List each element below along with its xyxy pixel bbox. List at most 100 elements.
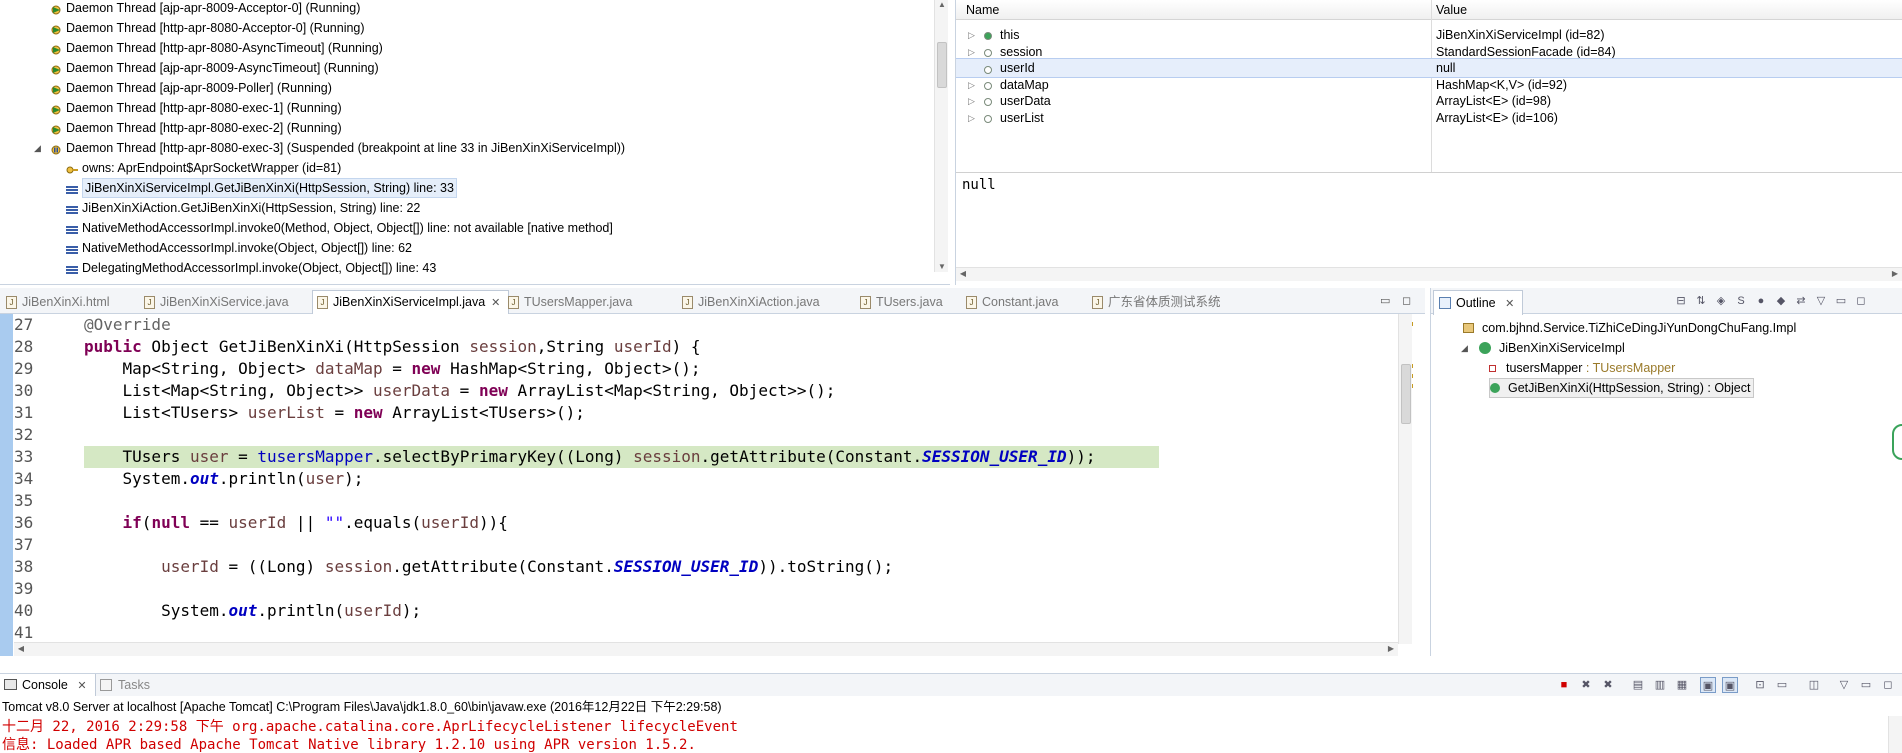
thread-tree-item[interactable]: NativeMethodAccessorImpl.invoke0(Method,… xyxy=(0,218,930,238)
display-selected-console-icon[interactable]: ▭ xyxy=(1774,677,1790,693)
pin-console-icon[interactable]: ⊡ xyxy=(1752,677,1768,693)
code-line[interactable]: 28 public Object GetJiBenXinXi(HttpSessio… xyxy=(0,336,1400,358)
editor-tab[interactable]: J JiBenXinXiService.java xyxy=(140,291,289,313)
thread-tree-item[interactable]: NativeMethodAccessorImpl.invoke(Object, … xyxy=(0,238,930,258)
variable-detail-pane[interactable]: null xyxy=(956,172,1902,267)
minimize-editor-icon[interactable]: ▭ xyxy=(1380,294,1390,307)
maximize-view-icon[interactable]: ◻ xyxy=(1853,293,1869,309)
line-number: 29 xyxy=(14,359,34,378)
editor-tab[interactable]: J TUsersMapper.java xyxy=(504,291,632,313)
word-wrap-icon[interactable]: ▦ xyxy=(1674,677,1690,693)
thread-tree-item[interactable]: Daemon Thread [ajp-apr-8009-Poller] (Run… xyxy=(0,78,930,98)
editor-tab[interactable]: J JiBenXinXiAction.java xyxy=(678,291,820,313)
thread-tree-item[interactable]: Daemon Thread [http-apr-8080-exec-2] (Ru… xyxy=(0,118,930,138)
thread-tree-item[interactable]: Daemon Thread [http-apr-8080-Acceptor-0]… xyxy=(0,18,930,38)
console-tab[interactable]: Console ✕ xyxy=(0,674,96,696)
thread-tree-item[interactable]: Daemon Thread [http-apr-8080-AsyncTimeou… xyxy=(0,38,930,58)
thread-running-icon xyxy=(50,22,64,35)
code-line[interactable]: 34 System.out.println(user); xyxy=(0,468,1400,490)
name-column-header[interactable]: Name xyxy=(966,3,999,17)
editor-tab-label: JiBenXinXi.html xyxy=(22,295,110,309)
hide-static-icon[interactable]: S xyxy=(1733,293,1749,309)
code-line[interactable]: 38 userId = ((Long) session.getAttribute… xyxy=(0,556,1400,578)
open-console-icon[interactable]: ◫ xyxy=(1806,677,1822,693)
console-vertical-scrollbar[interactable] xyxy=(1888,716,1902,753)
maximize-editor-icon[interactable]: ◻ xyxy=(1402,294,1411,307)
outline-tree-item[interactable]: GetJiBenXinXi(HttpSession, String) : Obj… xyxy=(1489,378,1755,398)
editor-tab[interactable]: J 广东省体质测试系统 xyxy=(1088,291,1221,313)
remove-launch-icon[interactable]: ✖ xyxy=(1578,677,1594,693)
hide-local-types-icon[interactable]: ◆ xyxy=(1773,293,1789,309)
tasks-tab[interactable]: Tasks xyxy=(96,674,150,696)
code-line[interactable]: 27 @Override xyxy=(0,314,1400,336)
stack-frame-icon xyxy=(66,202,80,214)
value-column-header[interactable]: Value xyxy=(1436,3,1467,17)
thread-tree-item[interactable]: owns: AprEndpoint$AprSocketWrapper (id=8… xyxy=(0,158,930,178)
hide-fields-icon[interactable]: ◈ xyxy=(1713,293,1729,309)
show-on-stdout-icon[interactable]: ▣ xyxy=(1700,677,1716,693)
code-line[interactable]: 39 xyxy=(0,578,1400,600)
sort-icon[interactable]: ⇅ xyxy=(1693,293,1709,309)
link-editor-icon[interactable]: ⇄ xyxy=(1793,293,1809,309)
thread-tree-item[interactable]: JiBenXinXiServiceImpl.GetJiBenXinXi(Http… xyxy=(0,178,930,198)
debug-vertical-scrollbar[interactable]: ▲ ▼ xyxy=(934,0,948,272)
thread-tree-item[interactable]: Daemon Thread [http-apr-8080-exec-1] (Ru… xyxy=(0,98,930,118)
scroll-right-arrow-icon[interactable]: ▶ xyxy=(1384,644,1398,653)
maximize-view-icon[interactable]: ◻ xyxy=(1880,677,1896,693)
code-line[interactable]: 30 List<Map<String, Object>> userData = … xyxy=(0,380,1400,402)
outline-tree-item[interactable]: tusersMapper : TUsersMapper xyxy=(1489,358,1675,378)
minimize-view-icon[interactable]: ▭ xyxy=(1833,293,1849,309)
editor-tab[interactable]: J JiBenXinXiServiceImpl.java ✕ xyxy=(312,290,510,315)
scroll-lock-icon[interactable]: ▥ xyxy=(1652,677,1668,693)
collapse-arrow-icon[interactable]: ◢ xyxy=(1461,338,1468,358)
scroll-down-arrow-icon[interactable]: ▼ xyxy=(935,262,949,271)
code-line[interactable]: 35 xyxy=(0,490,1400,512)
variable-row[interactable]: ▷ userList ArrayList<E> (id=106) xyxy=(956,108,1902,128)
line-number: 32 xyxy=(14,425,34,444)
thread-tree-item[interactable]: ◢ Daemon Thread [http-apr-8080-exec-3] (S… xyxy=(0,138,930,158)
view-menu-icon[interactable]: ▽ xyxy=(1813,293,1829,309)
outline-tree-item[interactable]: ◢ JiBenXinXiServiceImpl xyxy=(1461,338,1625,358)
outline-tab[interactable]: Outline ✕ xyxy=(1433,290,1524,315)
minimize-view-icon[interactable]: ▭ xyxy=(1858,677,1874,693)
editor-tab[interactable]: J Constant.java xyxy=(962,291,1058,313)
code-line[interactable]: 36 if(null == userId || "".equals(userId… xyxy=(0,512,1400,534)
expand-arrow-icon[interactable]: ▷ xyxy=(968,108,975,128)
remove-all-launches-icon[interactable]: ✖ xyxy=(1600,677,1616,693)
code-line[interactable]: 32 xyxy=(0,424,1400,446)
editor-tab[interactable]: J TUsers.java xyxy=(856,291,943,313)
code-line[interactable]: 41 xyxy=(0,622,1400,644)
close-icon[interactable]: ✕ xyxy=(491,297,500,309)
thread-tree-item[interactable]: JiBenXinXiAction.GetJiBenXinXi(HttpSessi… xyxy=(0,198,930,218)
hide-nonpublic-icon[interactable]: ● xyxy=(1753,293,1769,309)
code-line[interactable]: 31 List<TUsers> userList = new ArrayList… xyxy=(0,402,1400,424)
scroll-thumb[interactable] xyxy=(937,42,947,88)
close-icon[interactable]: ✕ xyxy=(77,680,86,692)
show-on-stderr-icon[interactable]: ▣ xyxy=(1722,677,1738,693)
close-icon[interactable]: ✕ xyxy=(1505,298,1514,310)
editor-vertical-scrollbar[interactable] xyxy=(1398,314,1412,644)
thread-tree-item[interactable]: Daemon Thread [ajp-apr-8009-Acceptor-0] … xyxy=(0,0,930,18)
collapse-all-icon[interactable]: ⊟ xyxy=(1673,293,1689,309)
scroll-right-arrow-icon[interactable]: ▶ xyxy=(1888,269,1902,278)
scroll-left-arrow-icon[interactable]: ◀ xyxy=(14,644,28,653)
scroll-left-arrow-icon[interactable]: ◀ xyxy=(956,269,970,278)
floating-status-widget[interactable] xyxy=(1892,424,1902,460)
terminate-icon[interactable]: ■ xyxy=(1556,677,1572,693)
code-line[interactable]: 33 TUsers user = tusersMapper.selectByPr… xyxy=(0,446,1400,468)
thread-tree-item[interactable]: DelegatingMethodAccessorImpl.invoke(Obje… xyxy=(0,258,930,278)
editor-tab[interactable]: J JiBenXinXi.html xyxy=(2,291,110,313)
editor-scroll-thumb[interactable] xyxy=(1401,364,1411,424)
code-line[interactable]: 29 Map<String, Object> dataMap = new Has… xyxy=(0,358,1400,380)
thread-tree-item[interactable]: Daemon Thread [ajp-apr-8009-AsyncTimeout… xyxy=(0,58,930,78)
code-line[interactable]: 40 System.out.println(userId); xyxy=(0,600,1400,622)
scroll-up-arrow-icon[interactable]: ▲ xyxy=(935,0,949,9)
code-line[interactable]: 37 xyxy=(0,534,1400,556)
clear-console-icon[interactable]: ▤ xyxy=(1630,677,1646,693)
editor-horizontal-scrollbar[interactable]: ◀ ▶ xyxy=(14,642,1398,656)
collapse-arrow-icon[interactable]: ◢ xyxy=(34,138,41,158)
variables-horizontal-scrollbar[interactable]: ◀ ▶ xyxy=(956,267,1902,281)
view-menu-icon[interactable]: ▽ xyxy=(1836,677,1852,693)
outline-tree-item[interactable]: com.bjhnd.Service.TiZhiCeDingJiYunDongCh… xyxy=(1463,318,1796,338)
java-code-editor[interactable]: 27 @Override 28 public Object GetJiBenXinXi… xyxy=(0,314,1425,656)
